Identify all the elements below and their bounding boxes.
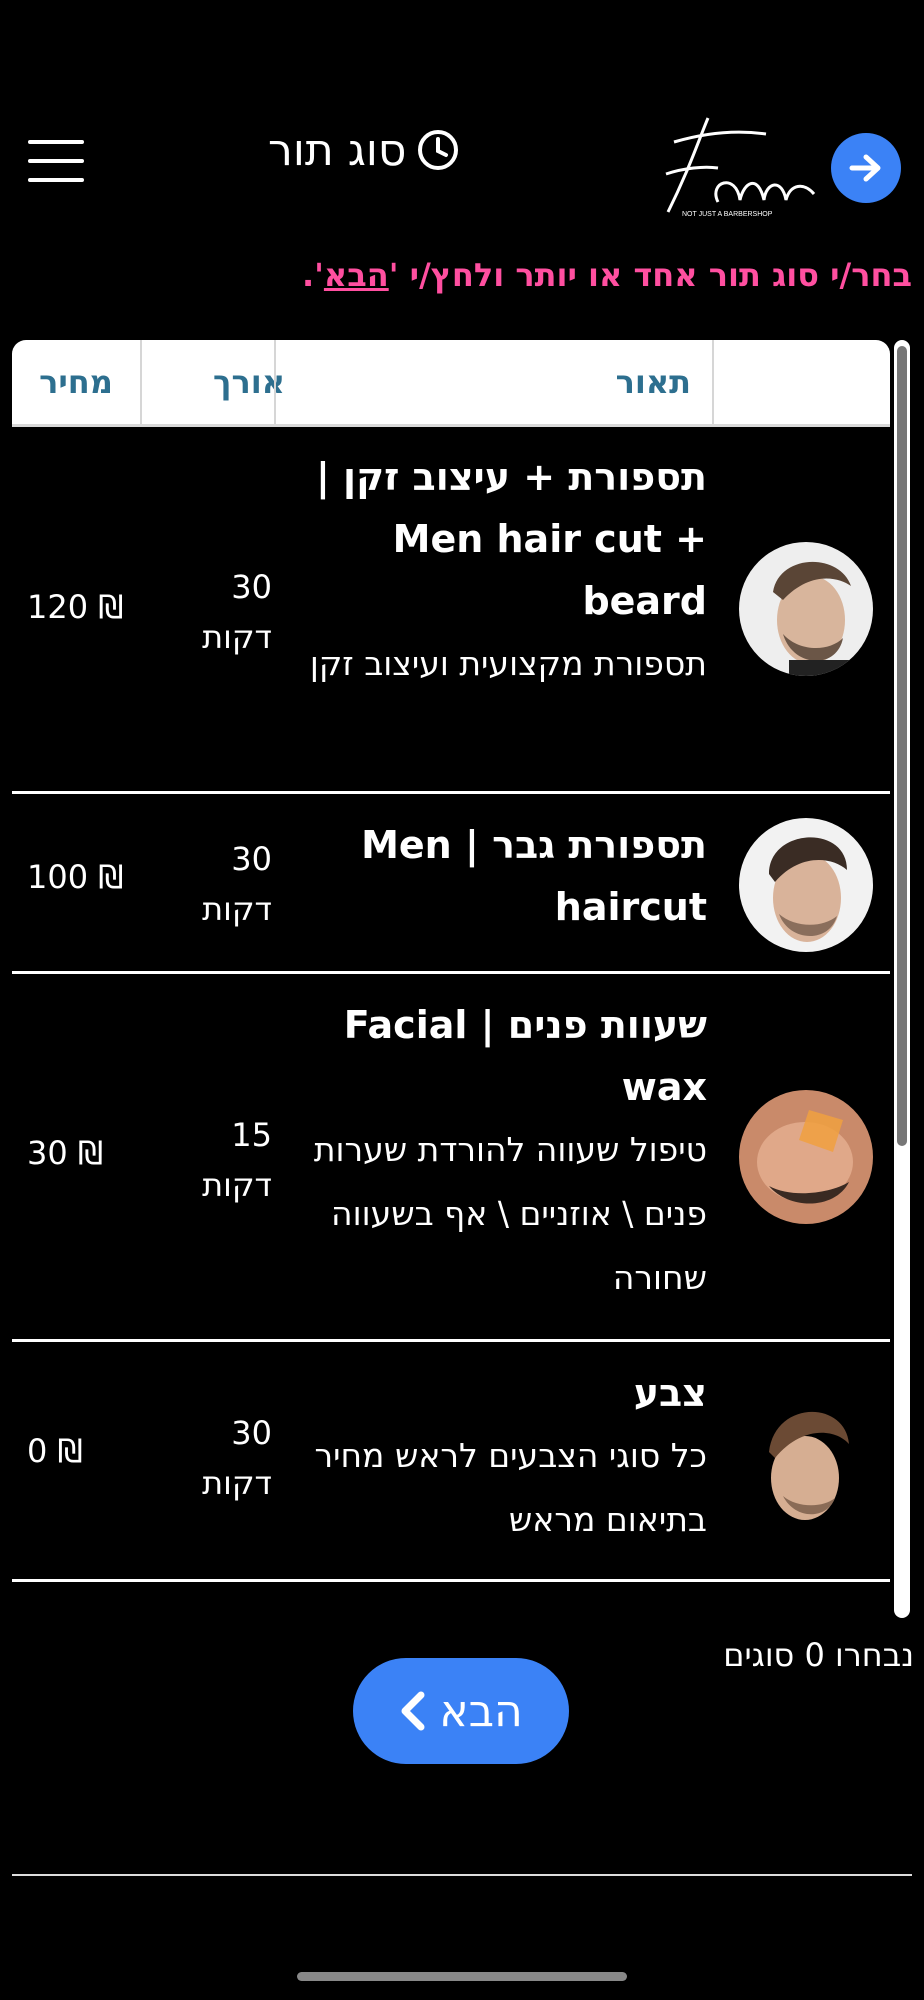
service-image (739, 818, 873, 952)
table-header: תאור אורך מחיר (12, 340, 890, 427)
fam-logo: NOT JUST A BARBERSHOP (648, 112, 824, 222)
service-duration: 30 דקות (152, 834, 272, 934)
instruction-next-link[interactable]: הבא (324, 256, 389, 294)
next-button-label: הבא (439, 1685, 523, 1737)
next-button[interactable]: הבא (353, 1658, 569, 1764)
instruction-after: '. (301, 256, 324, 294)
service-row[interactable]: צבע כל סוגי הצבעים לראש מחיר בתיאום מראש… (12, 1342, 890, 1582)
service-description-cell: שעוות פנים | Facial wax טיפול שעווה להור… (287, 994, 707, 1310)
duration-unit: דקות (202, 1166, 272, 1204)
service-row[interactable]: שעוות פנים | Facial wax טיפול שעווה להור… (12, 974, 890, 1342)
service-price: 120 ₪ (27, 588, 124, 626)
service-description: תספורת מקצועית ועיצוב זקן (309, 644, 707, 683)
service-name: שעוות פנים | Facial wax (343, 1003, 707, 1109)
footer-divider (12, 1874, 912, 1876)
duration-unit: דקות (202, 890, 272, 928)
services-table: תאור אורך מחיר תספורת + עיצוב זקן | Men … (12, 340, 890, 1582)
service-price: 0 ₪ (27, 1432, 83, 1470)
duration-value: 30 (231, 568, 272, 606)
duration-unit: דקות (202, 1464, 272, 1502)
service-description-cell: צבע כל סוגי הצבעים לראש מחיר בתיאום מראש (287, 1362, 707, 1552)
service-price: 100 ₪ (27, 858, 124, 896)
scrollbar-thumb[interactable] (897, 346, 907, 1146)
duration-value: 15 (231, 1116, 272, 1154)
page-title-text: סוג תור (268, 124, 407, 176)
home-indicator[interactable] (297, 1972, 627, 1981)
top-bar: סוג תור NOT JUST A BARBERSHOP (0, 0, 924, 250)
duration-unit: דקות (202, 618, 272, 656)
col-header-duration: אורך (212, 363, 285, 401)
svg-text:NOT JUST A BARBERSHOP: NOT JUST A BARBERSHOP (682, 211, 773, 218)
table-scrollbar[interactable] (894, 340, 910, 1618)
service-duration: 15 דקות (152, 1110, 272, 1210)
service-image (739, 542, 873, 676)
col-header-price: מחיר (39, 363, 113, 401)
service-duration: 30 דקות (152, 1408, 272, 1508)
duration-value: 30 (231, 1414, 272, 1452)
instruction-text: בחר/י סוג תור אחד או יותר ולחץ/י 'הבא'. (302, 256, 912, 294)
service-image (739, 1396, 873, 1530)
service-row[interactable]: תספורת גבר | Men haircut 30 דקות 100 ₪ (12, 794, 890, 974)
selected-count: נבחרו 0 סוגים (723, 1636, 914, 1674)
service-duration: 30 דקות (152, 562, 272, 662)
service-price: 30 ₪ (27, 1134, 103, 1172)
service-description: טיפול שעווה להורדת שערות פנים \ אוזניים … (313, 1130, 707, 1297)
service-description: כל סוגי הצבעים לראש מחיר בתיאום מראש (314, 1436, 707, 1539)
service-image (739, 1090, 873, 1224)
service-row[interactable]: תספורת + עיצוב זקן | Men hair cut + bear… (12, 424, 890, 794)
instruction-before: בחר/י סוג תור אחד או יותר ולחץ/י ' (388, 256, 912, 294)
service-name: צבע (633, 1371, 707, 1415)
page-title: סוג תור (268, 118, 460, 182)
chevron-left-icon (401, 1691, 425, 1731)
arrow-right-icon (849, 154, 881, 182)
service-description-cell: תספורת גבר | Men haircut (287, 814, 707, 938)
duration-value: 30 (231, 840, 272, 878)
service-name: תספורת גבר | Men haircut (361, 823, 707, 929)
hamburger-menu-icon[interactable] (28, 140, 84, 186)
service-description-cell: תספורת + עיצוב זקן | Men hair cut + bear… (287, 446, 707, 696)
next-arrow-button[interactable] (831, 133, 901, 203)
col-header-description: תאור (615, 363, 691, 401)
service-name: תספורת + עיצוב זקן | Men hair cut + bear… (315, 455, 707, 623)
clock-icon (418, 130, 459, 170)
